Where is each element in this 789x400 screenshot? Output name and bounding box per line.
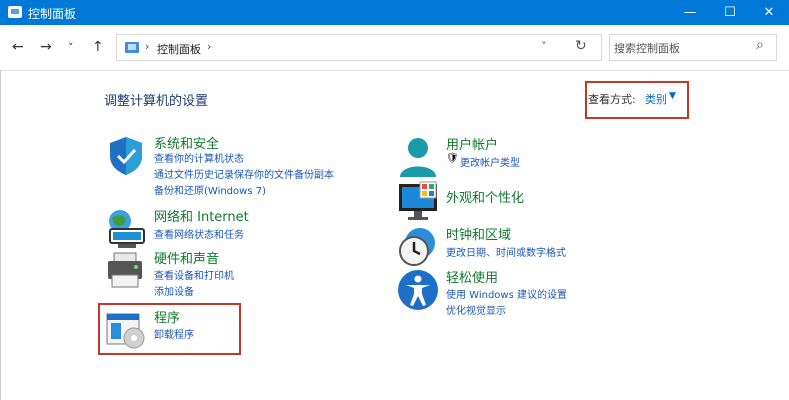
category-heading[interactable]: 硬件和声音: [154, 248, 219, 267]
forward-button[interactable]: →: [40, 39, 52, 55]
address-dropdown-button[interactable]: ˅: [541, 40, 547, 53]
chevron-right-icon[interactable]: ›: [207, 40, 211, 53]
category-link[interactable]: 添加设备: [154, 283, 194, 298]
monitor-icon[interactable]: [396, 181, 440, 225]
view-by-dropdown[interactable]: 类别: [645, 91, 667, 107]
category-link[interactable]: 使用 Windows 建议的设置: [446, 286, 567, 301]
control-panel-icon: [125, 42, 139, 53]
category-link[interactable]: 查看你的计算机状态: [154, 150, 244, 165]
maximize-button[interactable]: ☐: [710, 0, 750, 25]
category-link[interactable]: 查看设备和打印机: [154, 267, 234, 282]
page-title: 调整计算机的设置: [104, 94, 209, 109]
caret-down-icon[interactable]: ▼: [669, 91, 676, 101]
shield-icon[interactable]: [104, 134, 148, 178]
category-heading[interactable]: 网络和 Internet: [154, 206, 249, 225]
network-icon[interactable]: [104, 207, 148, 251]
window-title: 控制面板: [28, 7, 77, 21]
minimize-button[interactable]: —: [670, 0, 710, 25]
window-border: [0, 70, 1, 400]
category-link[interactable]: 查看网络状态和任务: [154, 226, 244, 241]
category-heading[interactable]: 轻松使用: [446, 267, 498, 286]
title-bar: 控制面板 — ☐ ✕: [0, 0, 789, 25]
user-icon[interactable]: [396, 135, 440, 179]
accessibility-icon[interactable]: [396, 268, 440, 312]
uac-shield-icon: 🛡: [446, 153, 459, 164]
printer-icon[interactable]: [104, 249, 148, 293]
programs-icon[interactable]: [104, 308, 148, 352]
recent-locations-button[interactable]: ˅: [68, 41, 74, 54]
category-link[interactable]: 卸载程序: [154, 326, 194, 341]
breadcrumb-control-panel[interactable]: 控制面板: [157, 41, 201, 57]
view-by-control: 查看方式: 类别 ▼: [585, 81, 689, 119]
category-heading[interactable]: 程序: [154, 307, 180, 326]
category-link[interactable]: 优化视觉显示: [446, 302, 506, 317]
address-bar[interactable]: › 控制面板 › ˅ ↻: [116, 34, 602, 61]
view-by-label: 查看方式:: [588, 93, 636, 106]
category-link[interactable]: 更改帐户类型: [460, 154, 520, 169]
close-button[interactable]: ✕: [749, 0, 789, 25]
refresh-button[interactable]: ↻: [575, 38, 587, 54]
search-input[interactable]: [612, 37, 756, 59]
category-link[interactable]: 更改日期、时间或数字格式: [446, 244, 566, 259]
search-icon[interactable]: ⌕: [756, 37, 764, 53]
back-button[interactable]: ←: [12, 39, 24, 55]
category-heading[interactable]: 用户帐户: [446, 134, 498, 153]
up-button[interactable]: ↑: [92, 39, 104, 55]
search-box[interactable]: ⌕: [609, 34, 777, 61]
control-panel-icon: [8, 6, 22, 18]
clock-icon[interactable]: [396, 225, 440, 269]
category-heading[interactable]: 时钟和区域: [446, 224, 511, 243]
category-heading[interactable]: 外观和个性化: [446, 187, 524, 206]
category-link[interactable]: 备份和还原(Windows 7): [154, 182, 266, 197]
category-link[interactable]: 通过文件历史记录保存你的文件备份副本: [154, 166, 334, 181]
chevron-right-icon[interactable]: ›: [145, 40, 149, 53]
